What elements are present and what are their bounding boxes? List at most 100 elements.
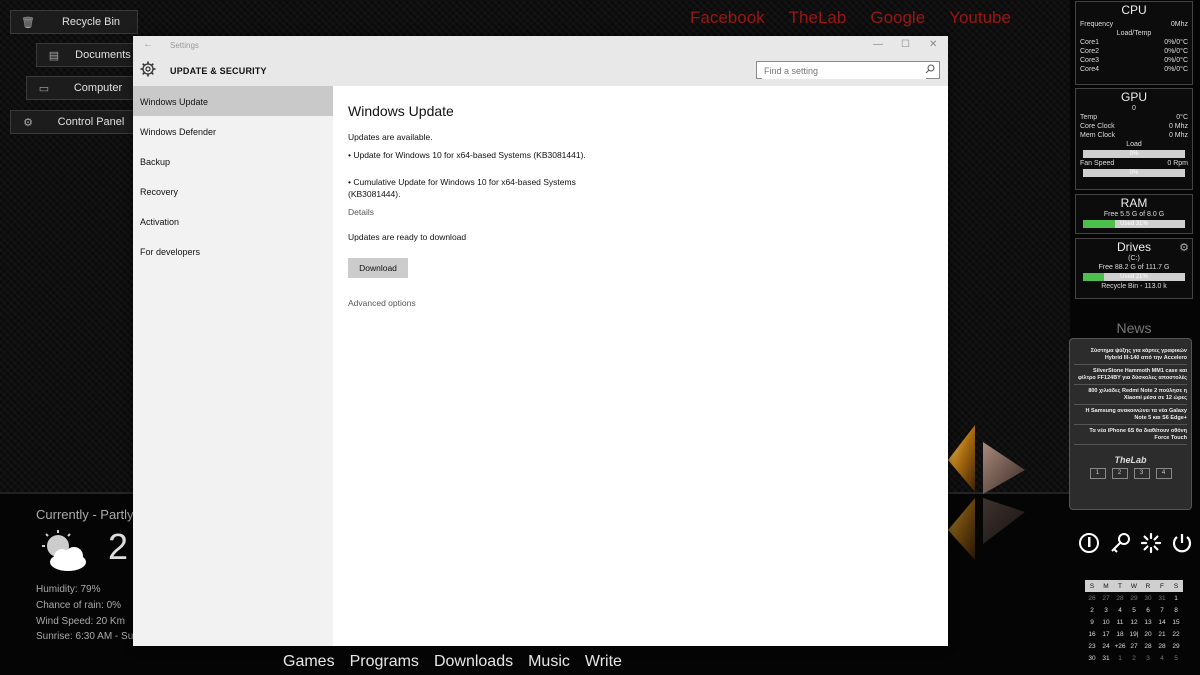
nav-programs[interactable]: Programs — [350, 653, 419, 671]
drive-label: (C:) — [1128, 255, 1140, 262]
calendar-day: 20 — [1144, 630, 1152, 638]
update-item: • Cumulative Update for Windows 10 for x… — [348, 177, 576, 187]
news-item[interactable]: Τα νέα iPhone 6S θα διαθέτουν οθόνη Forc… — [1074, 428, 1187, 445]
power-icon[interactable] — [1171, 532, 1193, 554]
nav-item-recovery[interactable]: Recovery — [133, 176, 333, 206]
maximize-icon[interactable]: ☐ — [901, 39, 910, 50]
page-title: Windows Update — [348, 103, 454, 119]
calendar-gadget: S M T W R F S 26 27 28 29 30 31 1 2 3 4 … — [1085, 580, 1183, 664]
calendar-day: 8 — [1174, 606, 1178, 614]
shortcut-label: Documents — [75, 49, 131, 61]
calendar-weekday: S — [1169, 580, 1183, 592]
gadget-title: GPU — [1120, 90, 1147, 104]
value: 0%/0°C — [1164, 48, 1188, 55]
settings-gear-icon[interactable]: ⚙ — [1179, 241, 1189, 254]
link-thelab[interactable]: TheLab — [789, 8, 847, 28]
label: Core4 — [1080, 66, 1100, 73]
label: Frequency — [1080, 21, 1114, 28]
shortcut-computer[interactable]: ▭ Computer — [26, 76, 136, 100]
gpu-fan-bar: 0% — [1083, 169, 1185, 177]
close-icon[interactable]: ✕ — [929, 39, 937, 50]
calendar-weekday: R — [1141, 580, 1155, 592]
news-page-button[interactable]: 2 — [1111, 468, 1128, 479]
details-link[interactable]: Details — [348, 207, 374, 217]
calendar-day: 30 — [1088, 654, 1096, 662]
nav-music[interactable]: Music — [528, 653, 570, 671]
label: Temp — [1080, 114, 1098, 121]
shortcut-recycle-bin[interactable]: 🗑 Recycle Bin — [10, 10, 138, 34]
search-icon[interactable] — [925, 64, 935, 74]
nav-item-windows-update[interactable]: Windows Update — [133, 86, 333, 116]
settings-header: UPDATE & SECURITY — [133, 56, 948, 86]
settings-nav: Windows Update Windows Defender Backup R… — [133, 86, 333, 646]
lock-icon[interactable] — [1078, 532, 1100, 554]
nav-write[interactable]: Write — [585, 653, 622, 671]
bar-text: 0% — [1129, 151, 1139, 157]
advanced-options-link[interactable]: Advanced options — [348, 298, 416, 308]
nav-games[interactable]: Games — [283, 653, 335, 671]
nav-item-backup[interactable]: Backup — [133, 146, 333, 176]
monitor-icon: ▭ — [38, 82, 50, 95]
value: 0°C — [1176, 114, 1188, 121]
search-input[interactable] — [762, 63, 926, 79]
bar-fill — [1083, 273, 1105, 281]
load-temp-label: Load/Temp — [1116, 30, 1152, 37]
settings-content: Windows Update Updates are available. • … — [333, 86, 948, 646]
link-google[interactable]: Google — [870, 8, 925, 28]
value: 0Mhz — [1170, 21, 1188, 28]
calendar-grid: S M T W R F S 26 27 28 29 30 31 1 2 3 4 … — [1085, 580, 1183, 664]
calendar-day: 31 — [1102, 654, 1110, 662]
ready-status: Updates are ready to download — [348, 232, 467, 242]
news-page-button[interactable]: 3 — [1133, 468, 1150, 479]
label: Core Clock — [1080, 123, 1115, 130]
calendar-weekday: S — [1085, 580, 1099, 592]
web-links: Facebook TheLab Google Youtube — [690, 8, 1011, 28]
news-item[interactable]: Σύστημα ψύξης για κάρτες γραφικών Hybrid… — [1074, 348, 1187, 365]
nav-item-for-developers[interactable]: For developers — [133, 236, 333, 266]
shortcut-control-panel[interactable]: ⚙ Control Panel — [10, 110, 138, 134]
cpu-gadget: CPU Frequency 0Mhz Load/Temp Core1 0%/0°C… — [1075, 1, 1193, 85]
drive-free: Free 88.2 G of 111.7 G — [1098, 264, 1170, 271]
link-facebook[interactable]: Facebook — [690, 8, 765, 28]
calendar-day: 19| — [1129, 630, 1139, 638]
search-box[interactable] — [756, 61, 940, 79]
weather-temperature: 2 — [108, 526, 129, 567]
gadget-title: CPU — [1121, 3, 1147, 17]
settings-window: ← Settings — ☐ ✕ UPDATE & SECURITY Windo — [133, 36, 948, 646]
shortcut-documents[interactable]: ▤ Documents — [36, 43, 136, 67]
window-titlebar: ← Settings — ☐ ✕ — [133, 36, 948, 56]
minimize-icon[interactable]: — — [873, 39, 883, 50]
calendar-day: 5 — [1174, 654, 1178, 662]
calendar-day: 28 — [1144, 642, 1152, 650]
nav-item-activation[interactable]: Activation — [133, 206, 333, 236]
calendar-day: 9 — [1090, 618, 1094, 626]
label: Mem Clock — [1080, 132, 1116, 139]
calendar-day: 27 — [1102, 594, 1110, 602]
calendar-day: 29 — [1130, 594, 1138, 602]
calendar-day: 26 — [1088, 594, 1096, 602]
news-item[interactable]: SilverStone Hammoth MM1 case και φίλτρο … — [1074, 368, 1187, 385]
calendar-day: 22 — [1172, 630, 1180, 638]
news-gadget: Σύστημα ψύξης για κάρτες γραφικών Hybrid… — [1069, 338, 1192, 510]
calendar-day: 15 — [1172, 618, 1180, 626]
news-item[interactable]: Η Samsung ανακοινώνει τα νέα Galaxy Note… — [1074, 408, 1187, 425]
calendar-weekday: T — [1113, 580, 1127, 592]
power-controls — [1078, 532, 1193, 554]
calendar-day: 4 — [1118, 606, 1122, 614]
link-youtube[interactable]: Youtube — [949, 8, 1011, 28]
nav-downloads[interactable]: Downloads — [434, 653, 513, 671]
news-page-button[interactable]: 4 — [1155, 468, 1172, 479]
value: 0 Rpm — [1167, 160, 1188, 167]
key-icon[interactable] — [1109, 532, 1131, 554]
download-button[interactable]: Download — [348, 258, 408, 278]
bar-fill — [1083, 220, 1115, 228]
restart-icon[interactable] — [1140, 532, 1162, 554]
cpu-core-row: Core3 0%/0°C — [1076, 56, 1192, 65]
news-page-button[interactable]: 1 — [1089, 468, 1106, 479]
drive-usage-bar: Used 21% — [1083, 273, 1185, 281]
back-arrow-icon[interactable]: ← — [143, 39, 153, 50]
nav-item-windows-defender[interactable]: Windows Defender — [133, 116, 333, 146]
news-item[interactable]: 800 χιλιάδες Redmi Note 2 πούλησε η Xiao… — [1074, 388, 1187, 405]
gear-icon — [140, 61, 156, 77]
calendar-day: 18 — [1116, 630, 1124, 638]
